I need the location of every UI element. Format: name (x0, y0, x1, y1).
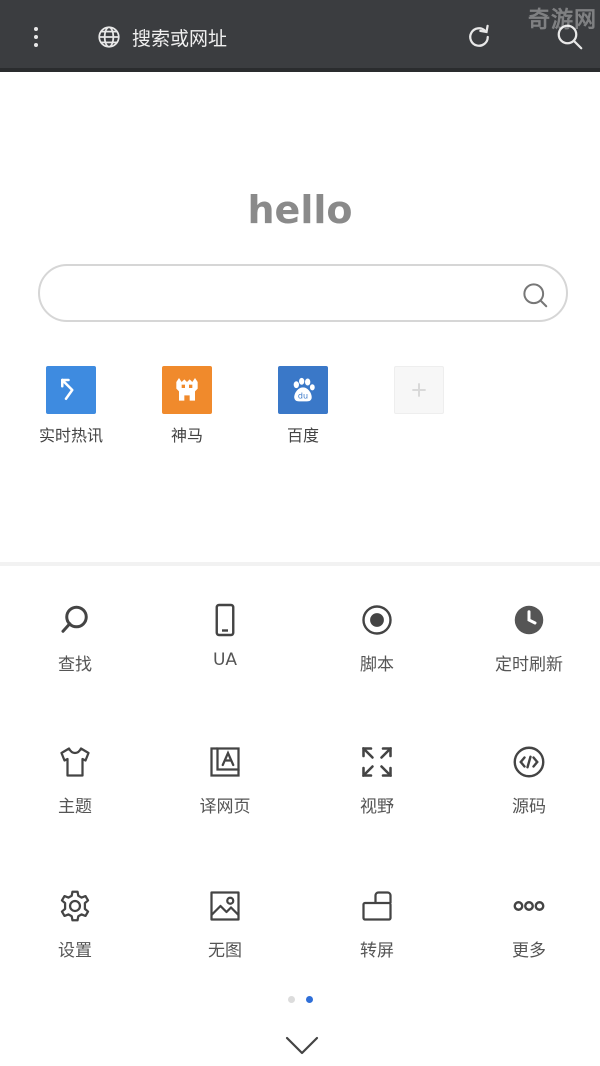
page-dot-2-active[interactable] (306, 996, 313, 1003)
home-panel: hello 实时热讯 神马 du 百度 (0, 76, 600, 562)
address-bar[interactable]: 搜索或网址 (96, 20, 436, 54)
menu-more[interactable]: 更多 (454, 888, 600, 961)
address-placeholder: 搜索或网址 (132, 27, 228, 50)
record-icon (362, 605, 392, 635)
menu-script[interactable]: 脚本 (302, 602, 452, 675)
phone-icon (215, 603, 235, 637)
menu-label: 定时刷新 (495, 655, 563, 675)
menu-label: 设置 (58, 941, 92, 961)
menu-label: 无图 (208, 941, 242, 961)
shortcut-baidu[interactable]: du 百度 (253, 366, 353, 446)
image-icon (210, 891, 240, 921)
overflow-menu-button[interactable] (22, 20, 50, 54)
dot (34, 35, 38, 39)
tools-menu: 查找 UA 脚本 定时刷新 主题 译网页 视野 源码 设置 无图 转屏 更多 (0, 566, 600, 1066)
shortcut-shenma[interactable]: 神马 (137, 366, 237, 446)
plus-icon (412, 383, 426, 397)
shortcut-tile: du (278, 366, 328, 414)
menu-label: 视野 (360, 797, 394, 817)
menu-label: 更多 (512, 941, 546, 961)
page-indicator (286, 996, 316, 1004)
menu-settings[interactable]: 设置 (0, 888, 150, 961)
menu-no-images[interactable]: 无图 (150, 888, 300, 961)
menu-translate-page[interactable]: 译网页 (150, 744, 300, 817)
add-shortcut-button[interactable] (369, 366, 469, 422)
clock-icon (514, 605, 544, 635)
menu-ua[interactable]: UA (150, 602, 300, 670)
shortcut-tile (46, 366, 96, 414)
shortcut-label: 百度 (286, 426, 319, 445)
home-search-input[interactable] (38, 264, 568, 322)
top-toolbar: 搜索或网址 奇游网 (0, 0, 600, 72)
svg-text:du: du (298, 392, 308, 401)
shortcut-label: 实时热讯 (38, 426, 103, 445)
search-icon[interactable] (520, 280, 550, 310)
reload-icon[interactable] (464, 22, 494, 52)
menu-label: 转屏 (360, 941, 394, 961)
page-dot-1[interactable] (288, 996, 295, 1003)
shenma-logo-icon (176, 378, 198, 401)
dot (34, 27, 38, 31)
rotate-screen-icon (362, 891, 392, 921)
menu-source-code[interactable]: 源码 (454, 744, 600, 817)
menu-timed-refresh[interactable]: 定时刷新 (454, 602, 600, 675)
more-dots-icon (513, 901, 545, 911)
menu-rotate-screen[interactable]: 转屏 (302, 888, 452, 961)
menu-theme[interactable]: 主题 (0, 744, 150, 817)
menu-label: 源码 (512, 797, 546, 817)
find-icon (61, 605, 88, 633)
menu-label: 主题 (58, 797, 92, 817)
baidu-paw-icon: du (293, 377, 315, 402)
menu-label: UA (212, 650, 238, 670)
greeting-title: hello (247, 188, 353, 232)
arrow-up-left-icon (61, 378, 74, 400)
globe-icon (98, 26, 120, 48)
chevron-down-icon[interactable] (284, 1034, 320, 1058)
watermark: 奇游网 (528, 8, 598, 33)
code-icon (513, 746, 545, 778)
dot (34, 43, 38, 47)
shortcut-label: 神马 (170, 426, 203, 445)
menu-find[interactable]: 查找 (0, 602, 150, 675)
translate-icon (210, 747, 240, 777)
shortcut-tile (394, 366, 444, 414)
shortcut-grid: 实时热讯 神马 du 百度 (0, 366, 600, 456)
tshirt-icon (60, 747, 90, 777)
menu-label: 查找 (58, 655, 92, 675)
shortcut-tile (162, 366, 212, 414)
menu-label: 脚本 (360, 655, 394, 675)
fullscreen-icon (362, 747, 392, 777)
menu-label: 译网页 (199, 797, 251, 817)
shortcut-realtime-news[interactable]: 实时热讯 (21, 366, 121, 446)
gear-icon (60, 890, 90, 922)
menu-view[interactable]: 视野 (302, 744, 452, 817)
